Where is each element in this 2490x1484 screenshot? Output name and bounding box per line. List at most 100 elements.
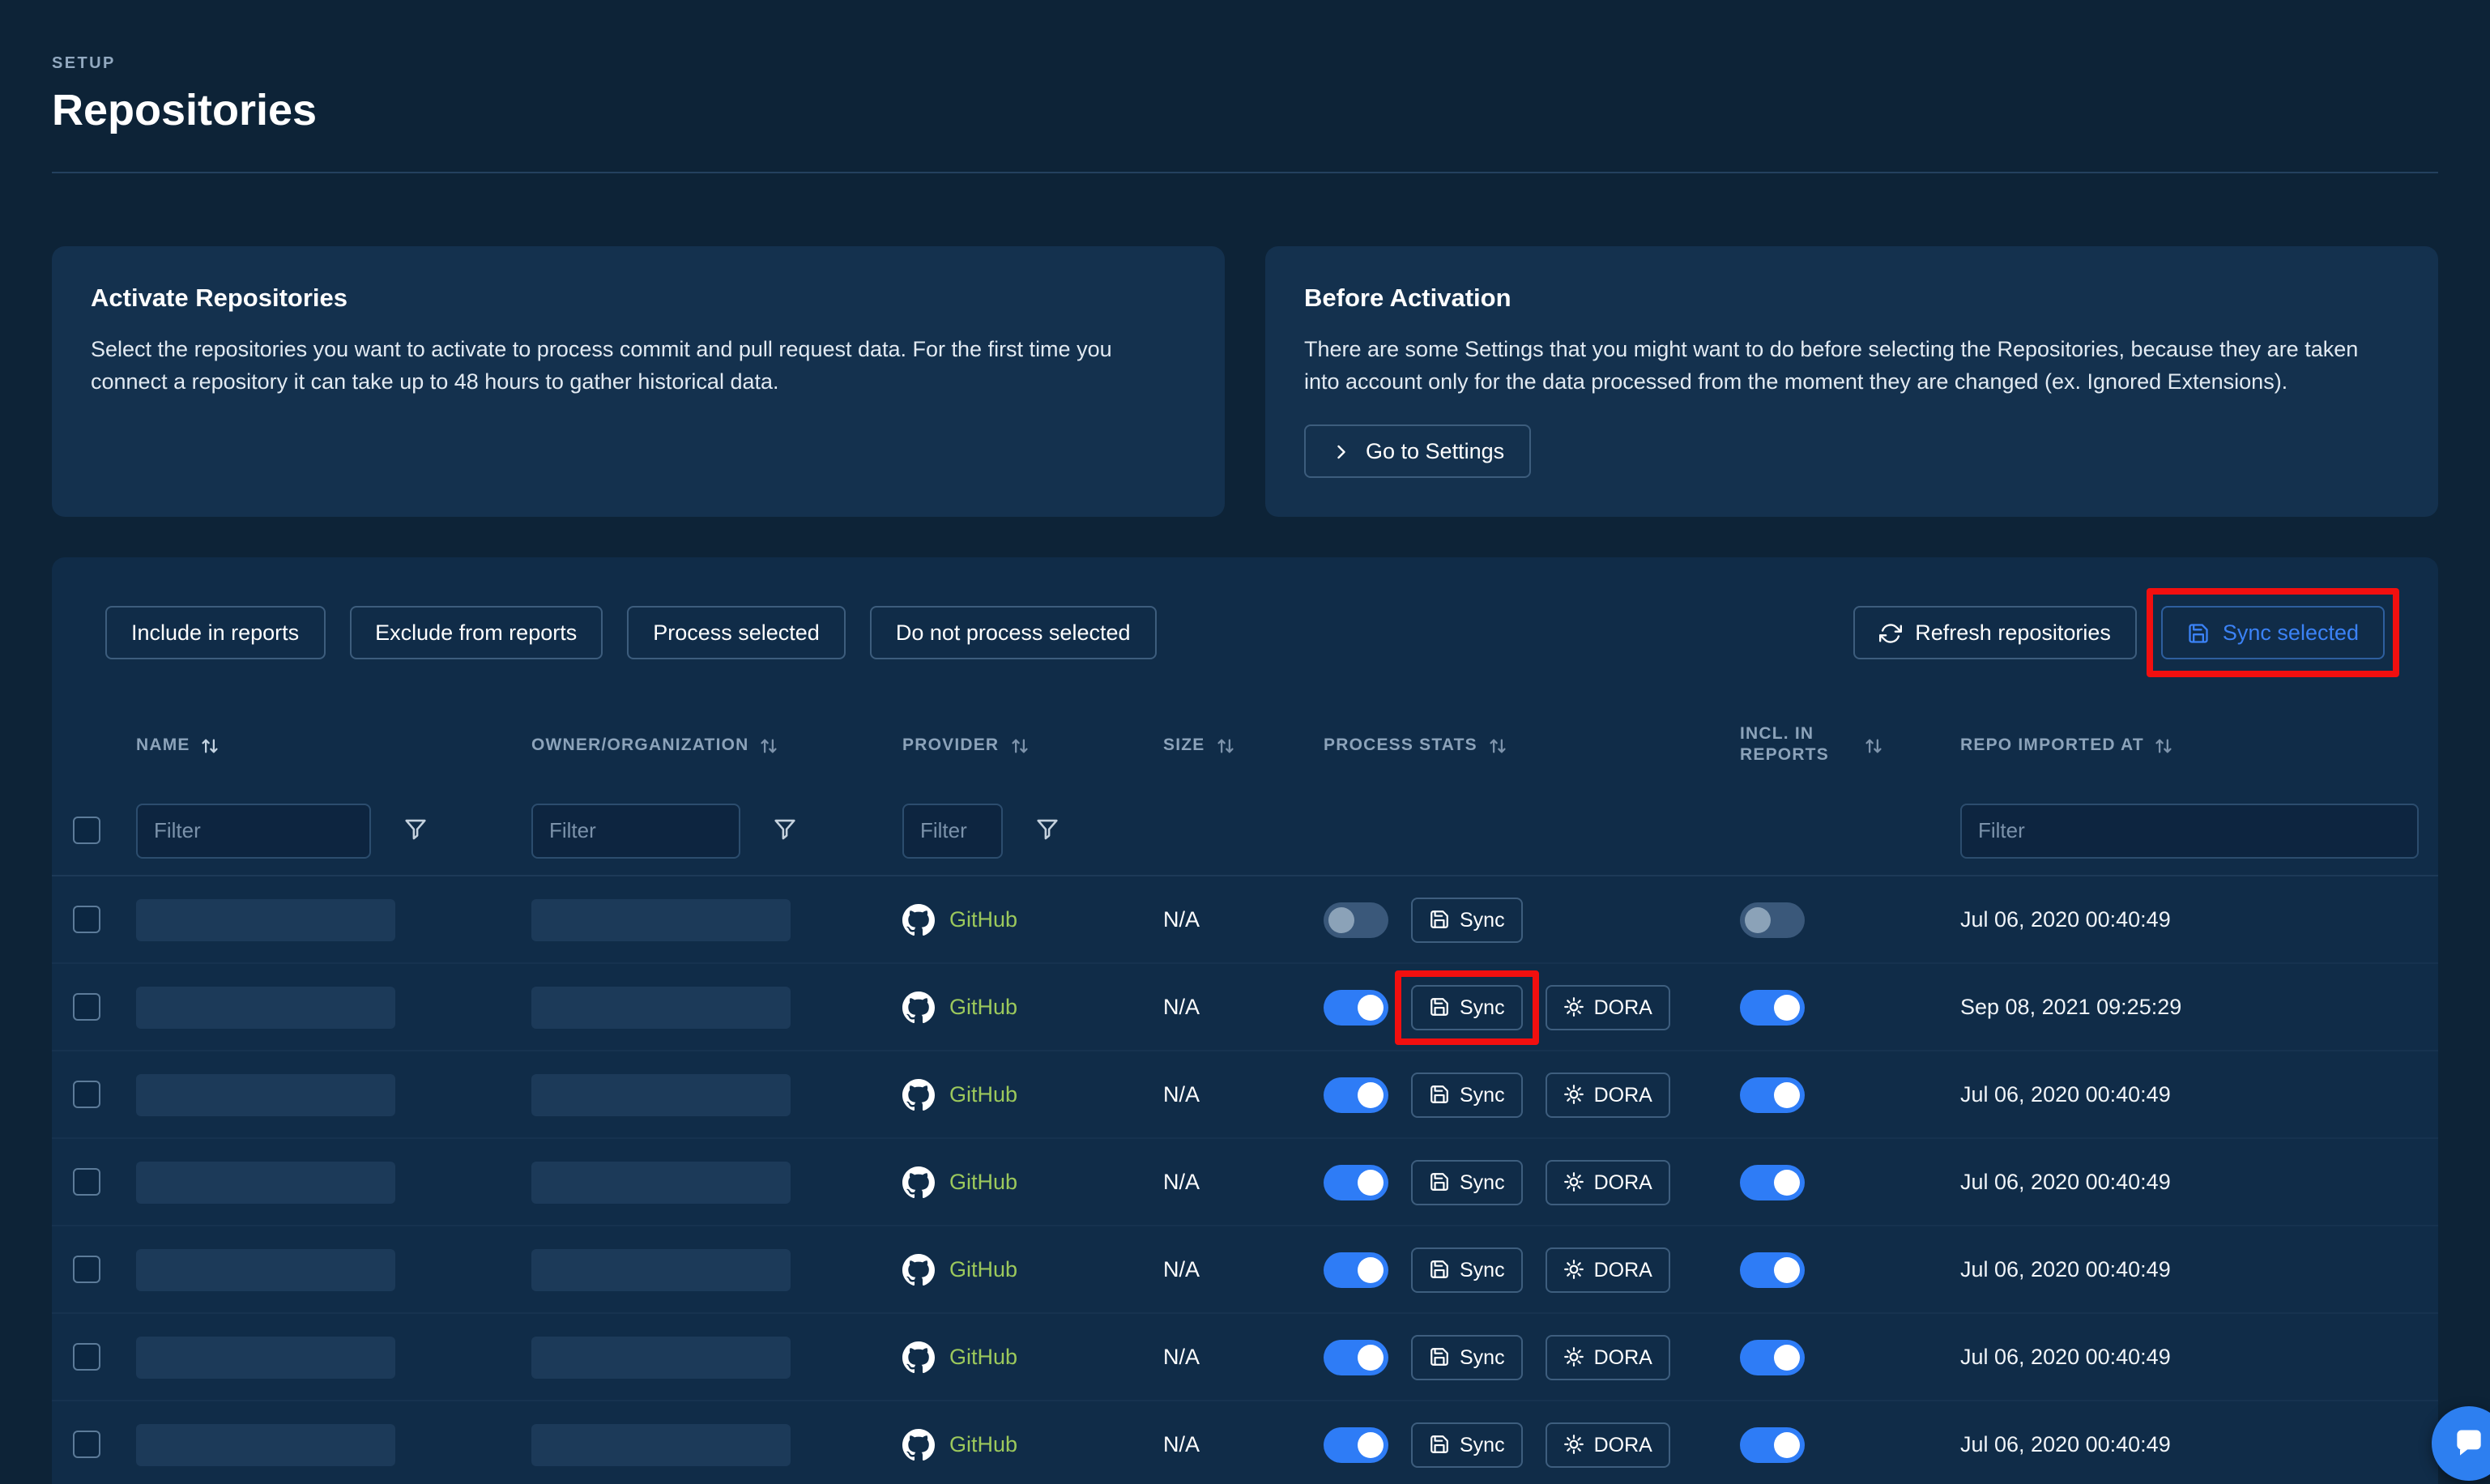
row-checkbox[interactable] (73, 906, 100, 933)
sort-icon[interactable] (1863, 735, 1884, 756)
toggle-knob (1774, 994, 1800, 1020)
process-selected-button[interactable]: Process selected (627, 606, 846, 659)
repo-name-redacted (136, 986, 395, 1028)
sync-button[interactable]: Sync (1411, 1422, 1523, 1467)
process-toggle[interactable] (1324, 1077, 1388, 1112)
process-toggle[interactable] (1324, 989, 1388, 1025)
repo-name-redacted (136, 898, 395, 940)
column-header-size[interactable]: SIZE (1163, 735, 1236, 756)
sort-icon[interactable] (1487, 735, 1508, 756)
github-icon (902, 991, 935, 1023)
dora-button[interactable]: DORA (1546, 984, 1670, 1030)
go-to-settings-button[interactable]: Go to Settings (1304, 424, 1530, 478)
table-row: GitHub N/A Sync DORA Jul 06, 2020 00:40:… (52, 1051, 2438, 1139)
funnel-icon (1033, 814, 1060, 842)
repo-size: N/A (1163, 907, 1200, 932)
owner-redacted (531, 1161, 791, 1203)
include-in-reports-button[interactable]: Include in reports (105, 606, 325, 659)
chat-launcher-button[interactable] (2432, 1406, 2490, 1481)
name-filter-funnel-button[interactable] (397, 812, 433, 848)
provider-label: GitHub (949, 1345, 1017, 1369)
process-toggle[interactable] (1324, 1339, 1388, 1375)
page-header: SETUP Repositories (0, 0, 2490, 136)
refresh-repositories-button[interactable]: Refresh repositories (1853, 606, 2137, 659)
select-all-checkbox[interactable] (73, 817, 100, 844)
process-toggle[interactable] (1324, 1164, 1388, 1200)
include-in-reports-toggle[interactable] (1740, 1164, 1805, 1200)
sync-button[interactable]: Sync (1411, 1072, 1523, 1117)
owner-filter-funnel-button[interactable] (766, 812, 802, 848)
highlight-box-row-sync: Sync (1395, 970, 1539, 1044)
owner-filter-input[interactable] (531, 803, 740, 858)
imported-at-filter-input[interactable] (1960, 803, 2419, 858)
card-title: Before Activation (1304, 285, 2399, 314)
card-title: Activate Repositories (91, 285, 1186, 314)
sync-button[interactable]: Sync (1411, 897, 1523, 942)
sort-icon[interactable] (1008, 735, 1030, 756)
breadcrumb: SETUP (52, 55, 2438, 73)
funnel-icon (770, 814, 798, 842)
dora-button[interactable]: DORA (1546, 1159, 1670, 1205)
exclude-from-reports-button[interactable]: Exclude from reports (349, 606, 603, 659)
imported-at: Jul 06, 2020 00:40:49 (1960, 1082, 2171, 1107)
include-in-reports-toggle[interactable] (1740, 902, 1805, 937)
sort-icon[interactable] (759, 735, 780, 756)
github-icon (902, 1166, 935, 1198)
toggle-knob (1774, 1169, 1800, 1195)
sync-button[interactable]: Sync (1411, 1334, 1523, 1380)
column-header-provider[interactable]: PROVIDER (902, 735, 1030, 756)
process-toggle[interactable] (1324, 1252, 1388, 1287)
activate-repositories-card: Activate Repositories Select the reposit… (52, 246, 1225, 517)
repo-size: N/A (1163, 1170, 1200, 1194)
save-icon (1429, 909, 1450, 930)
sync-selected-button[interactable]: Sync selected (2161, 606, 2385, 659)
save-icon (1429, 1434, 1450, 1455)
row-checkbox[interactable] (73, 1081, 100, 1108)
owner-redacted (531, 1248, 791, 1290)
row-checkbox[interactable] (73, 1343, 100, 1371)
include-in-reports-toggle[interactable] (1740, 1077, 1805, 1112)
row-checkbox[interactable] (73, 1431, 100, 1458)
sort-icon[interactable] (2154, 735, 2175, 756)
column-header-owner[interactable]: OWNER/ORGANIZATION (531, 735, 780, 756)
repo-name-redacted (136, 1161, 395, 1203)
process-toggle[interactable] (1324, 902, 1388, 937)
provider-filter-funnel-button[interactable] (1029, 812, 1064, 848)
sync-button[interactable]: Sync (1411, 1159, 1523, 1205)
column-header-name[interactable]: NAME (136, 735, 221, 756)
column-header-incl-in-reports[interactable]: INCL. IN REPORTS (1740, 724, 1884, 766)
column-header-process-stats[interactable]: PROCESS STATS (1324, 735, 1508, 756)
process-toggle[interactable] (1324, 1426, 1388, 1462)
sync-button[interactable]: Sync (1411, 1247, 1523, 1292)
column-header-repo-imported-at[interactable]: REPO IMPORTED AT (1960, 735, 2175, 756)
dora-button[interactable]: DORA (1546, 1422, 1670, 1467)
toggle-knob (1358, 1081, 1384, 1107)
row-checkbox[interactable] (73, 1256, 100, 1283)
do-not-process-selected-button[interactable]: Do not process selected (870, 606, 1157, 659)
row-checkbox[interactable] (73, 993, 100, 1021)
provider-label: GitHub (949, 1432, 1017, 1456)
provider-label: GitHub (949, 1082, 1017, 1107)
row-checkbox[interactable] (73, 1168, 100, 1196)
include-in-reports-toggle[interactable] (1740, 1339, 1805, 1375)
dora-button[interactable]: DORA (1546, 1072, 1670, 1117)
dora-button[interactable]: DORA (1546, 1247, 1670, 1292)
table-row: GitHub N/A Sync DORA Jul 06, 2020 00:40:… (52, 1314, 2438, 1401)
sort-icon[interactable] (1215, 735, 1236, 756)
provider-filter-input[interactable] (902, 803, 1003, 858)
include-in-reports-toggle[interactable] (1740, 989, 1805, 1025)
bulk-actions: Include in reports Exclude from reports … (105, 606, 1157, 659)
table-filter-row (52, 786, 2438, 876)
github-icon (902, 1341, 935, 1373)
sort-icon[interactable] (200, 735, 221, 756)
sync-button[interactable]: Sync (1411, 984, 1523, 1030)
include-in-reports-toggle[interactable] (1740, 1252, 1805, 1287)
chat-icon (2451, 1426, 2487, 1461)
name-filter-input[interactable] (136, 803, 371, 858)
dora-button[interactable]: DORA (1546, 1334, 1670, 1380)
info-cards: Activate Repositories Select the reposit… (52, 246, 2438, 517)
imported-at: Jul 06, 2020 00:40:49 (1960, 907, 2171, 932)
chevron-right-icon (1330, 440, 1353, 463)
include-in-reports-toggle[interactable] (1740, 1426, 1805, 1462)
toggle-knob (1358, 1431, 1384, 1457)
